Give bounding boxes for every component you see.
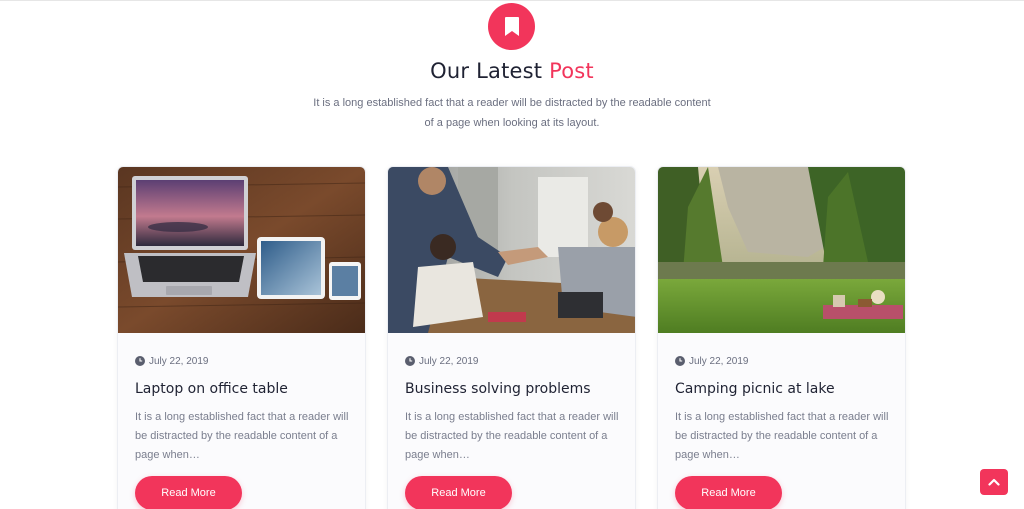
chevron-up-icon [988, 478, 1000, 486]
section-title-main: Our Latest [430, 59, 550, 83]
clock-icon [405, 356, 415, 366]
post-card: July 22, 2019 Camping picnic at lake It … [657, 166, 906, 509]
post-date: July 22, 2019 [405, 353, 618, 369]
bookmark-badge [488, 3, 535, 50]
post-excerpt: It is a long established fact that a rea… [675, 411, 889, 461]
read-more-button[interactable]: Read More [675, 476, 782, 509]
section-title-accent: Post [549, 59, 594, 83]
post-card-body: July 22, 2019 Camping picnic at lake It … [675, 353, 888, 465]
bookmark-icon [504, 17, 519, 36]
post-card-body: July 22, 2019 Laptop on office table It … [135, 353, 348, 465]
post-date: July 22, 2019 [675, 353, 888, 369]
read-more-button[interactable]: Read More [135, 476, 242, 509]
post-title[interactable]: Laptop on office table [135, 379, 348, 399]
section-subtitle: It is a long established fact that a rea… [313, 97, 711, 129]
post-excerpt: It is a long established fact that a rea… [405, 411, 619, 461]
post-card: July 22, 2019 Business solving problems … [387, 166, 636, 509]
post-card-body: July 22, 2019 Business solving problems … [405, 353, 618, 465]
scroll-to-top-button[interactable] [980, 469, 1008, 495]
post-title[interactable]: Camping picnic at lake [675, 379, 888, 399]
lake-picnic-photo[interactable] [658, 167, 906, 333]
read-more-button[interactable]: Read More [405, 476, 512, 509]
latest-posts-section: Our Latest Post It is a long established… [0, 0, 1024, 509]
post-date-text: July 22, 2019 [419, 355, 479, 367]
post-excerpt: It is a long established fact that a rea… [135, 411, 349, 461]
post-card: July 22, 2019 Laptop on office table It … [117, 166, 366, 509]
clock-icon [135, 356, 145, 366]
post-title[interactable]: Business solving problems [405, 379, 618, 399]
laptop-tablet-phone-photo[interactable] [118, 167, 366, 333]
business-handshake-photo[interactable] [388, 167, 636, 333]
clock-icon [675, 356, 685, 366]
post-date: July 22, 2019 [135, 353, 348, 369]
post-date-text: July 22, 2019 [689, 355, 749, 367]
post-date-text: July 22, 2019 [149, 355, 209, 367]
section-title: Our Latest Post [0, 59, 1024, 83]
